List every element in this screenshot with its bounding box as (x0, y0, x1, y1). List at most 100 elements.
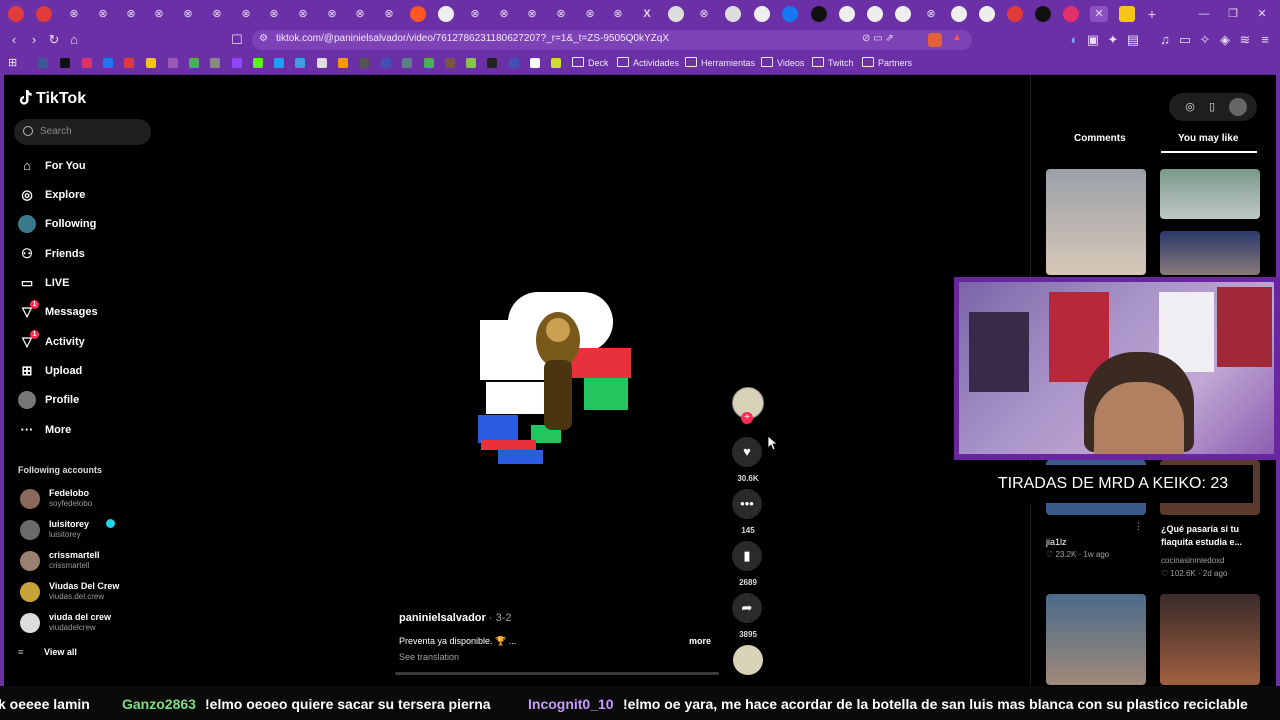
bookmark-icon[interactable] (402, 58, 412, 68)
tab-icon[interactable]: ⊗ (610, 6, 626, 22)
bookmark-folder-partners[interactable]: Partners (862, 56, 912, 70)
bookmark-icon[interactable] (210, 58, 220, 68)
bookmark-icon[interactable] (381, 58, 391, 68)
reload-icon[interactable]: ↻ (45, 31, 63, 49)
video-author[interactable]: paninielsalvador · 3-2 (399, 612, 512, 624)
compass-icon[interactable]: ◎ (1183, 100, 1197, 114)
bookmark-folder-actividades[interactable]: Actividades (617, 56, 679, 70)
video-progress-bar[interactable] (395, 672, 719, 675)
tab-facebook-icon[interactable] (782, 6, 798, 22)
menu-icon[interactable]: ≡ (1256, 31, 1274, 49)
tab-icon[interactable] (839, 6, 855, 22)
tab-icon[interactable]: ⊗ (496, 6, 512, 22)
bookmark-icon[interactable] (551, 58, 561, 68)
url-bar[interactable]: ⚙ tiktok.com/@paninielsalvador/video/761… (252, 30, 972, 50)
search-input[interactable]: Search (14, 119, 151, 145)
bookmark-icon[interactable] (295, 58, 305, 68)
tab-icon[interactable]: ⊗ (151, 6, 167, 22)
tab-instagram-icon[interactable] (1063, 6, 1079, 22)
tab-icon[interactable]: ⊗ (238, 6, 254, 22)
tab-tiktok-icon[interactable] (811, 6, 827, 22)
suggested-video-thumbnail[interactable] (1046, 594, 1146, 685)
tiktok-logo[interactable]: TikTok (18, 89, 86, 108)
bookmark-icon[interactable]: ▮ (732, 541, 762, 571)
tab-tiktok-icon[interactable] (1035, 6, 1051, 22)
bookmark-icon[interactable] (530, 58, 540, 68)
tab-icon[interactable]: ⊗ (266, 6, 282, 22)
suggested-video-thumbnail[interactable] (1160, 594, 1260, 685)
tab-icon[interactable] (438, 6, 454, 22)
bookmark-folder-herramientas[interactable]: Herramientas (685, 56, 755, 70)
minimize-icon[interactable]: — (1196, 6, 1212, 22)
forward-icon[interactable]: › (25, 31, 43, 49)
tab-icon[interactable]: ⊗ (95, 6, 111, 22)
tab-youtube-icon[interactable] (8, 6, 24, 22)
extension-icon[interactable]: ▤ (1124, 31, 1142, 49)
site-info-icon[interactable]: ⚙ (259, 33, 268, 44)
suggested-video-thumbnail[interactable] (1046, 169, 1146, 275)
bookmark-instagram-icon[interactable] (82, 58, 92, 68)
more-options-icon[interactable]: ⋮ (1134, 521, 1143, 532)
suggestion-author[interactable]: cocinasinmiedoxd (1161, 556, 1225, 565)
tab-icon[interactable] (1119, 6, 1135, 22)
bookmark-icon[interactable] (146, 58, 156, 68)
extension-icon[interactable]: ◖ (1064, 31, 1082, 49)
bookmark-kick-icon[interactable] (253, 58, 263, 68)
extensions-puzzle-icon[interactable]: ✦ (1104, 31, 1122, 49)
bookmark-youtube-icon[interactable] (124, 58, 134, 68)
wallet-icon[interactable]: ▭ (1176, 31, 1194, 49)
device-icon[interactable]: ▯ (1205, 100, 1219, 114)
view-all-link[interactable]: ≡ View all (18, 647, 77, 657)
bookmark-icon[interactable] (38, 58, 48, 68)
tab-icon[interactable]: ⊗ (66, 6, 82, 22)
tab-icon[interactable] (754, 6, 770, 22)
bookmark-folder-videos[interactable]: Videos (761, 56, 804, 70)
tab-icon[interactable] (951, 6, 967, 22)
bookmark-icon[interactable] (466, 58, 476, 68)
music-disc-avatar[interactable] (733, 645, 763, 675)
see-translation-link[interactable]: See translation (399, 652, 459, 662)
user-avatar[interactable] (1229, 98, 1247, 116)
brave-shield-icon[interactable] (928, 33, 942, 47)
tab-icon[interactable]: ⊗ (696, 6, 712, 22)
bookmark-icon[interactable] (317, 58, 327, 68)
tab-icon[interactable]: ⊗ (923, 6, 939, 22)
suggestion-author[interactable]: jia1lz (1046, 537, 1067, 547)
tab-icon[interactable] (979, 6, 995, 22)
bookmark-tiktok-icon[interactable] (60, 58, 70, 68)
suggested-video-thumbnail[interactable] (1160, 169, 1260, 219)
new-tab-icon[interactable]: + (1144, 6, 1160, 22)
apps-grid-icon[interactable]: ⊞ (8, 56, 17, 70)
home-icon[interactable]: ⌂ (65, 31, 83, 49)
rewards-icon[interactable]: ▲ (952, 32, 962, 43)
active-tab-close-icon[interactable]: ✕ (1090, 6, 1108, 22)
tab-icon[interactable]: ⊗ (524, 6, 540, 22)
tab-icon[interactable]: ⊗ (582, 6, 598, 22)
close-window-icon[interactable]: ✕ (1254, 6, 1270, 22)
world-cup-logo-video[interactable] (476, 290, 641, 470)
bookmark-icon[interactable] (445, 58, 455, 68)
bookmark-folder-deck[interactable]: Deck (572, 56, 609, 70)
bookmark-icon[interactable] (509, 58, 519, 68)
bookmark-icon[interactable]: ☐ (228, 31, 246, 49)
tab-comments[interactable]: Comments (1074, 133, 1126, 144)
bookmark-icon[interactable] (168, 58, 178, 68)
tab-icon[interactable]: ⊗ (467, 6, 483, 22)
follow-plus-icon[interactable]: + (741, 412, 753, 424)
bookmark-facebook-icon[interactable] (103, 58, 113, 68)
vpn-icon[interactable]: ◈ (1216, 31, 1234, 49)
tab-icon[interactable] (668, 6, 684, 22)
bookmark-icon[interactable] (338, 58, 348, 68)
tab-icon[interactable]: ⊗ (295, 6, 311, 22)
tab-icon[interactable] (895, 6, 911, 22)
tab-icon[interactable]: ⊗ (123, 6, 139, 22)
tab-icon[interactable]: ⊗ (553, 6, 569, 22)
bookmark-icon[interactable] (359, 58, 369, 68)
bookmark-icon[interactable] (424, 58, 434, 68)
share-arrow-icon[interactable]: ➦ (732, 593, 762, 623)
tab-icon[interactable]: ⊗ (324, 6, 340, 22)
tab-you-may-like[interactable]: You may like (1178, 133, 1238, 144)
suggestion-title[interactable]: ¿Qué pasaría si tu flaquita estudia e... (1161, 523, 1261, 549)
tab-icon[interactable]: ⊗ (180, 6, 196, 22)
tab-icon[interactable] (867, 6, 883, 22)
